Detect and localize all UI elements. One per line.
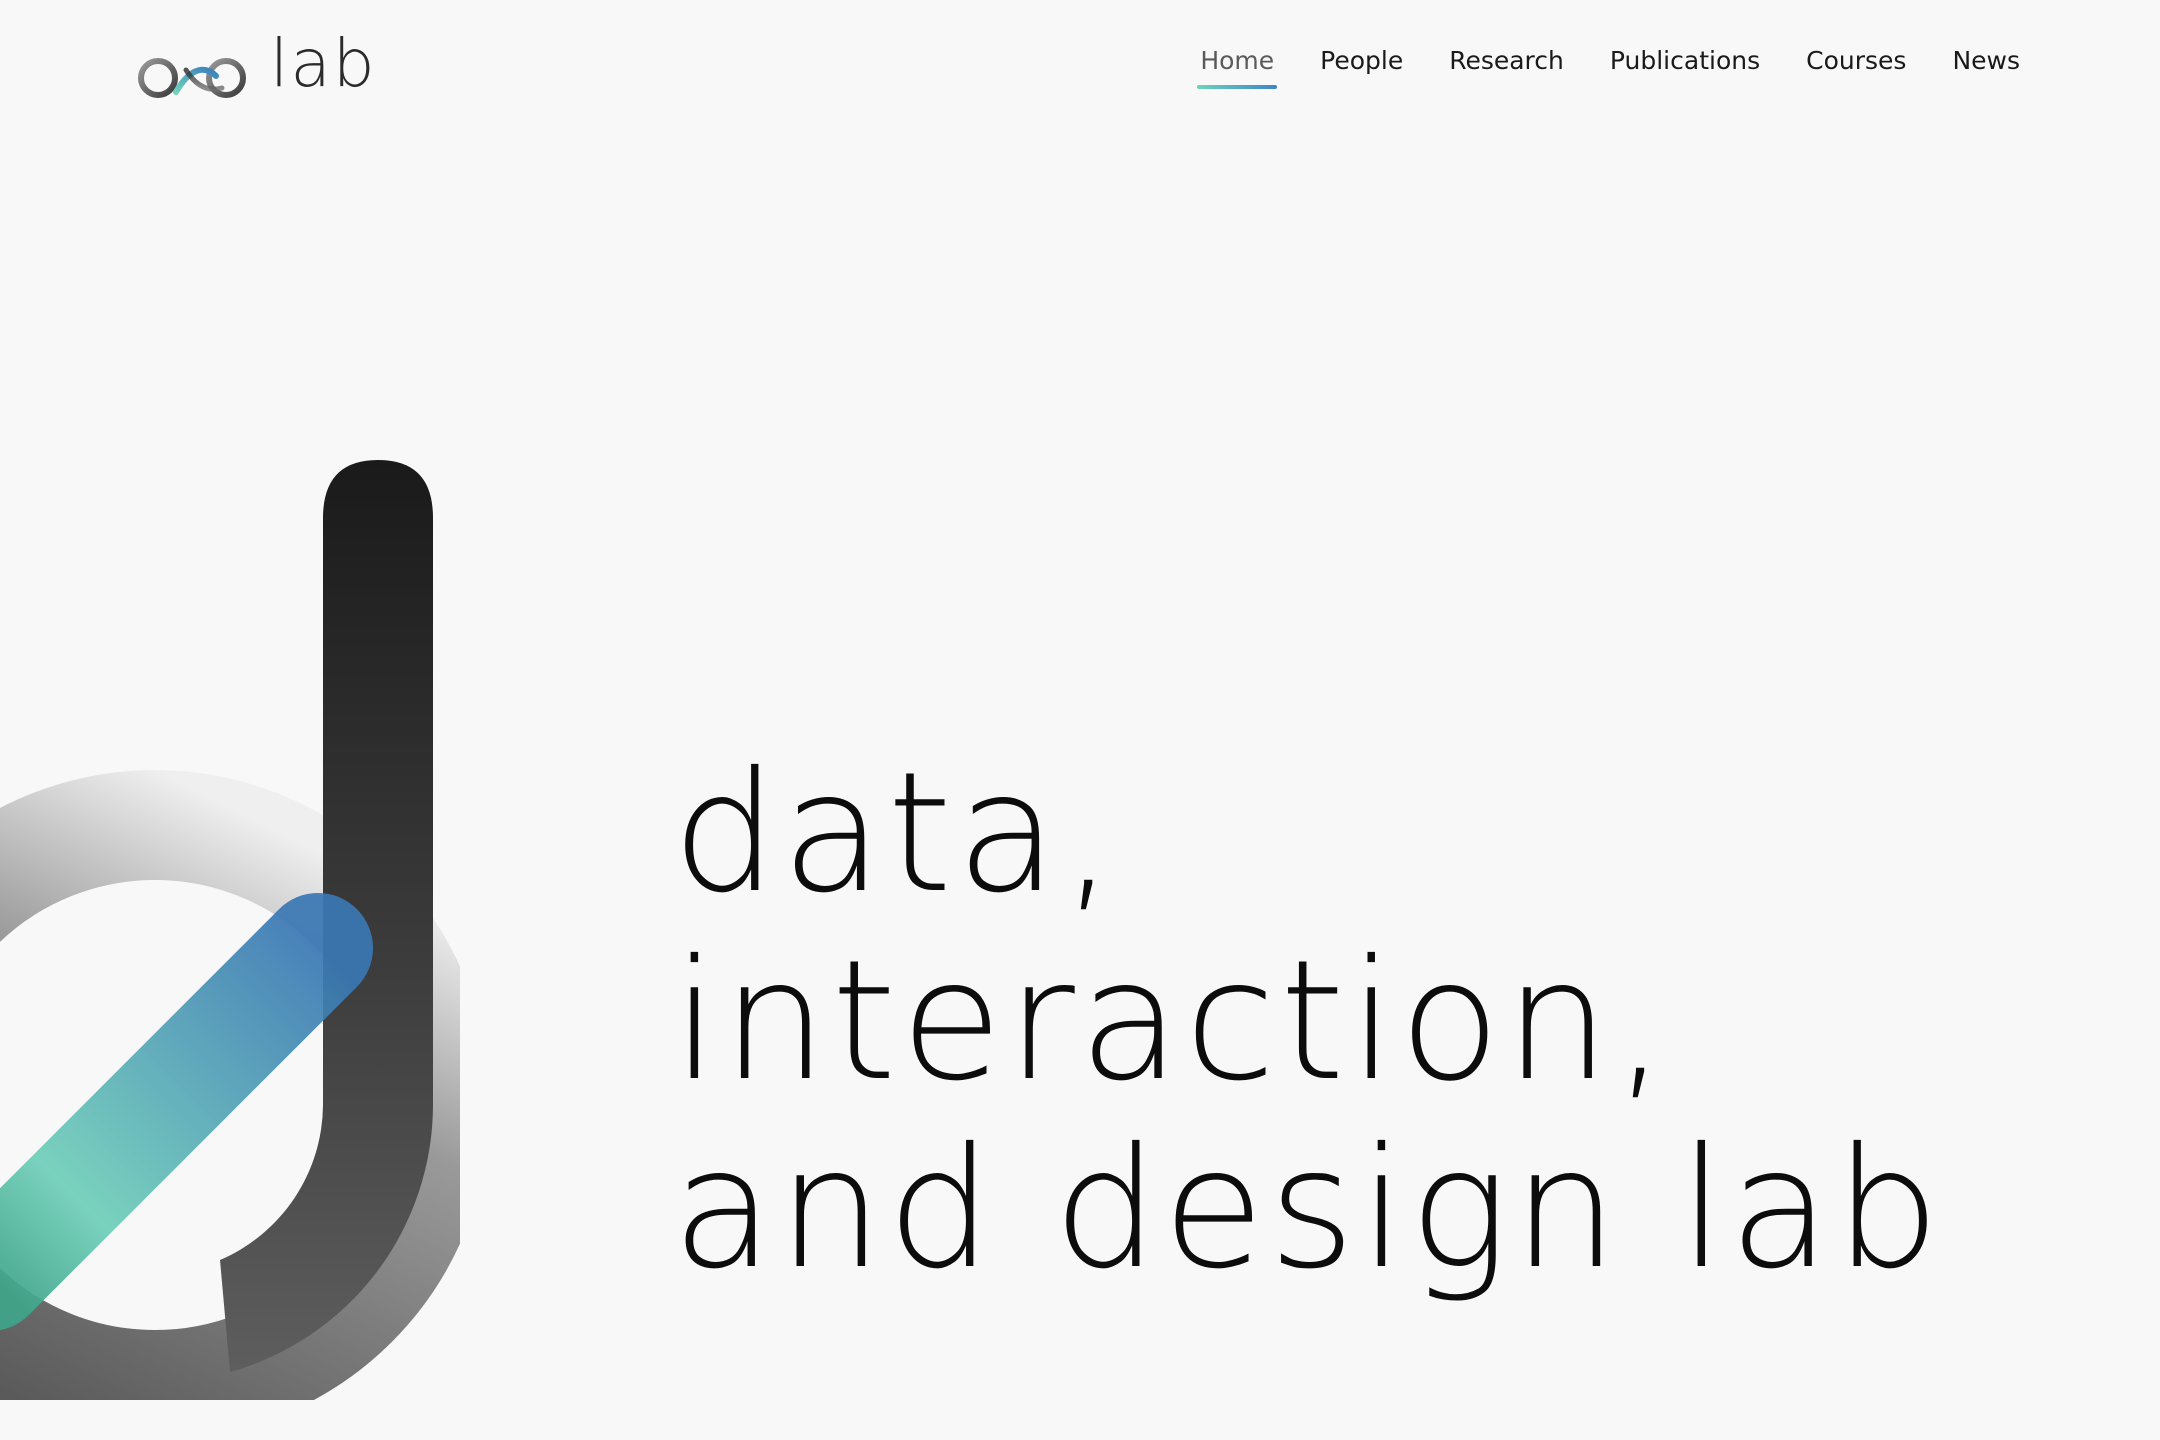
main-nav: Home People Research Publications Course…	[1154, 46, 2020, 89]
hero-line-1: data,	[672, 737, 1119, 930]
site-header: lab Home People Research Publications Co…	[0, 0, 2160, 140]
nav-research[interactable]: Research	[1449, 46, 1564, 89]
hero-title: data, interaction, and design lab	[672, 740, 1944, 1304]
hero-line-2: interaction,	[672, 925, 1671, 1118]
large-d-mark-icon	[0, 460, 460, 1400]
nav-news[interactable]: News	[1952, 46, 2020, 89]
nav-people[interactable]: People	[1320, 46, 1403, 89]
dxd-logo-icon	[138, 33, 246, 98]
nav-courses[interactable]: Courses	[1806, 46, 1906, 89]
site-logo[interactable]: lab	[136, 26, 375, 102]
hero-line-3: and design lab	[672, 1113, 1944, 1306]
nav-publications[interactable]: Publications	[1610, 46, 1760, 89]
nav-home[interactable]: Home	[1197, 46, 1277, 89]
home-page: lab Home People Research Publications Co…	[0, 0, 2160, 1440]
logo-wordmark: lab	[270, 25, 377, 102]
